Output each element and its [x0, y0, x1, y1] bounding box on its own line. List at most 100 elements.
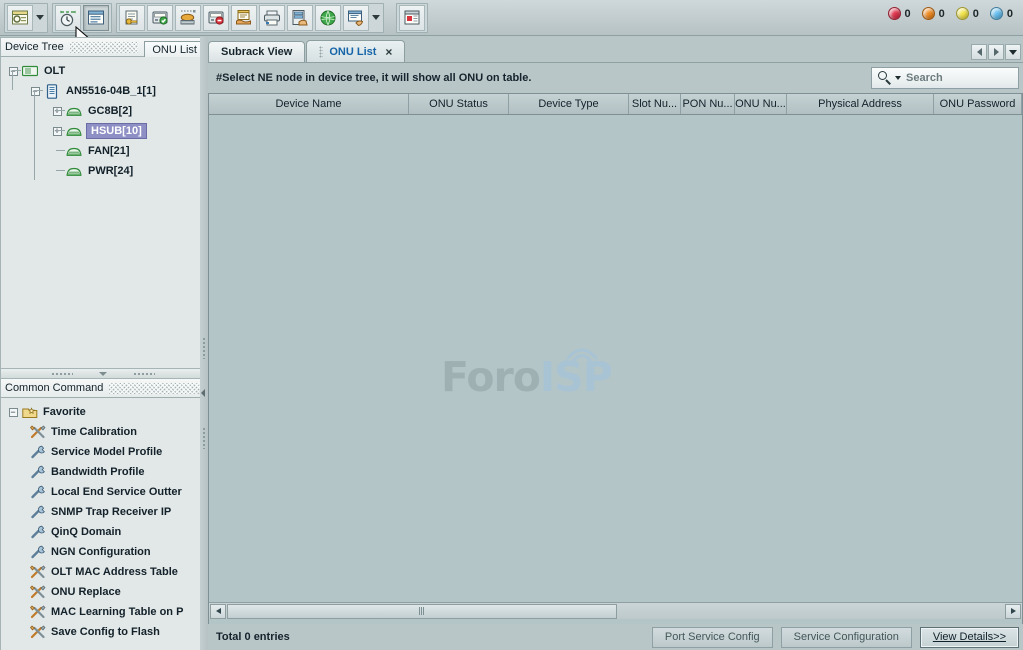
common-command-drag-hatch[interactable]: [109, 383, 201, 394]
view-details-button[interactable]: View Details>>: [920, 627, 1019, 648]
splitter-collapse-icon[interactable]: [99, 372, 107, 376]
search-dropdown-icon[interactable]: [895, 76, 901, 80]
topology-dropdown[interactable]: [34, 5, 46, 31]
globe-button[interactable]: [315, 5, 341, 31]
scroll-right-button[interactable]: [1005, 604, 1021, 619]
tab-subrack-view[interactable]: Subrack View: [208, 41, 305, 62]
link-config-button[interactable]: [175, 5, 201, 31]
table-horizontal-scrollbar[interactable]: [209, 602, 1022, 619]
alarm-panel-button[interactable]: [399, 5, 425, 31]
alarm-major-count: 0: [939, 8, 945, 20]
tree-expander-olt[interactable]: −: [5, 61, 21, 81]
common-command-items: − Favorite: [1, 398, 205, 642]
report-dropdown[interactable]: [370, 5, 382, 31]
cmd-mac-learning-table[interactable]: MAC Learning Table on P: [5, 602, 205, 622]
total-entries-label: Total 0 entries: [216, 631, 644, 643]
tree-expander-hsub[interactable]: +: [49, 121, 65, 141]
cmd-local-end-service-outter[interactable]: Local End Service Outter: [5, 482, 205, 502]
favorite-label: Favorite: [43, 406, 86, 418]
tab-prev-button[interactable]: [971, 44, 987, 60]
tree-node-fan[interactable]: FAN[21]: [5, 141, 205, 161]
search-input[interactable]: Search: [871, 67, 1019, 89]
tab-onu-list[interactable]: ONU List ×: [306, 40, 405, 62]
chevron-right-icon: [1011, 608, 1016, 614]
wrench-icon: [29, 524, 47, 540]
col-device-name[interactable]: Device Name: [209, 94, 409, 114]
cmd-service-model-profile-label: Service Model Profile: [51, 446, 162, 458]
cmd-qinq-domain[interactable]: QinQ Domain: [5, 522, 205, 542]
close-icon[interactable]: ×: [385, 45, 392, 59]
tree-expander-gc8b[interactable]: +: [49, 101, 65, 121]
toolbar-group-misc: [396, 3, 428, 33]
device-tree-drag-hatch[interactable]: [70, 42, 139, 53]
col-onu-status[interactable]: ONU Status: [409, 94, 509, 114]
favorite-folder[interactable]: − Favorite: [5, 402, 205, 422]
cmd-onu-replace[interactable]: ONU Replace: [5, 582, 205, 602]
tree-node-olt[interactable]: − OLT: [5, 61, 205, 81]
tree-expander-an5516[interactable]: −: [27, 81, 43, 101]
tab-drag-grip[interactable]: [319, 46, 323, 58]
tree-node-pwr[interactable]: PWR[24]: [5, 161, 205, 181]
minus-icon: −: [9, 408, 18, 417]
onu-list-button[interactable]: [83, 5, 109, 31]
device-remove-button[interactable]: [203, 5, 229, 31]
col-slot-number[interactable]: Slot Nu...: [629, 94, 681, 114]
tab-list-button[interactable]: [1005, 44, 1021, 60]
table-body[interactable]: ForoISP: [209, 115, 1022, 619]
alarm-minor-count: 0: [973, 8, 979, 20]
chevron-left-icon: [977, 48, 982, 56]
splitter-collapse-left-icon[interactable]: [201, 389, 205, 397]
report-button[interactable]: [343, 5, 369, 31]
service-configuration-button[interactable]: Service Configuration: [781, 627, 912, 648]
scrollbar-thumb[interactable]: [227, 604, 617, 619]
hint-text: #Select NE node in device tree, it will …: [216, 72, 531, 84]
upload-config-button[interactable]: [231, 5, 257, 31]
tree-node-an5516[interactable]: − AN5516-04B_1[1]: [5, 81, 205, 101]
alarm-warning[interactable]: 0: [990, 7, 1013, 20]
timing-button[interactable]: [55, 5, 81, 31]
scroll-left-button[interactable]: [210, 604, 226, 619]
cmd-snmp-trap-receiver-ip[interactable]: SNMP Trap Receiver IP: [5, 502, 205, 522]
device-tree-tab-onu-list[interactable]: ONU List: [144, 41, 205, 58]
port-service-config-button[interactable]: Port Service Config: [652, 627, 773, 648]
panel-splitter-horizontal[interactable]: [0, 369, 206, 378]
cmd-olt-mac-address-table[interactable]: OLT MAC Address Table: [5, 562, 205, 582]
favorite-expander[interactable]: −: [5, 402, 21, 422]
col-onu-password[interactable]: ONU Password: [934, 94, 1022, 114]
main-splitter-vertical[interactable]: [200, 37, 208, 650]
col-device-type[interactable]: Device Type: [509, 94, 629, 114]
col-pon-number[interactable]: PON Nu...: [681, 94, 735, 114]
cmd-time-calibration[interactable]: Time Calibration: [5, 422, 205, 442]
tree-node-gc8b[interactable]: + GC8B[2]: [5, 101, 205, 121]
device-add-button[interactable]: [147, 5, 173, 31]
cmd-qinq-domain-label: QinQ Domain: [51, 526, 121, 538]
plus-icon: +: [53, 107, 62, 116]
tools-cross-icon: [29, 564, 47, 580]
alarm-major[interactable]: 0: [922, 7, 945, 20]
printer-button[interactable]: [259, 5, 285, 31]
col-onu-number[interactable]: ONU Nu...: [735, 94, 787, 114]
rack-icon: [21, 63, 39, 79]
col-physical-address[interactable]: Physical Address: [787, 94, 934, 114]
alarm-critical[interactable]: 0: [888, 7, 911, 20]
server-button[interactable]: [287, 5, 313, 31]
cmd-ngn-configuration[interactable]: NGN Configuration: [5, 542, 205, 562]
cmd-save-config-to-flash[interactable]: Save Config to Flash: [5, 622, 205, 642]
tree-node-hsub[interactable]: + HSUB[10]: [5, 121, 205, 141]
device-tree-nodes: − OLT −: [1, 57, 205, 181]
cmd-mac-learning-table-label: MAC Learning Table on P: [51, 606, 183, 618]
cmd-bandwidth-profile[interactable]: Bandwidth Profile: [5, 462, 205, 482]
device-tree[interactable]: − OLT −: [0, 57, 206, 369]
search-icon: [878, 71, 893, 86]
auth-config-button[interactable]: [119, 5, 145, 31]
alarm-minor[interactable]: 0: [956, 7, 979, 20]
tab-next-button[interactable]: [988, 44, 1004, 60]
topology-view-button[interactable]: [7, 5, 33, 31]
cmd-service-model-profile[interactable]: Service Model Profile: [5, 442, 205, 462]
scrollbar-track[interactable]: [227, 604, 1004, 619]
common-command-tree[interactable]: − Favorite: [0, 398, 206, 650]
tab-strip: Subrack View ONU List ×: [208, 40, 1023, 63]
minus-icon: −: [31, 87, 40, 96]
wrench-icon: [29, 464, 47, 480]
toolbar-group-config: [116, 3, 384, 33]
